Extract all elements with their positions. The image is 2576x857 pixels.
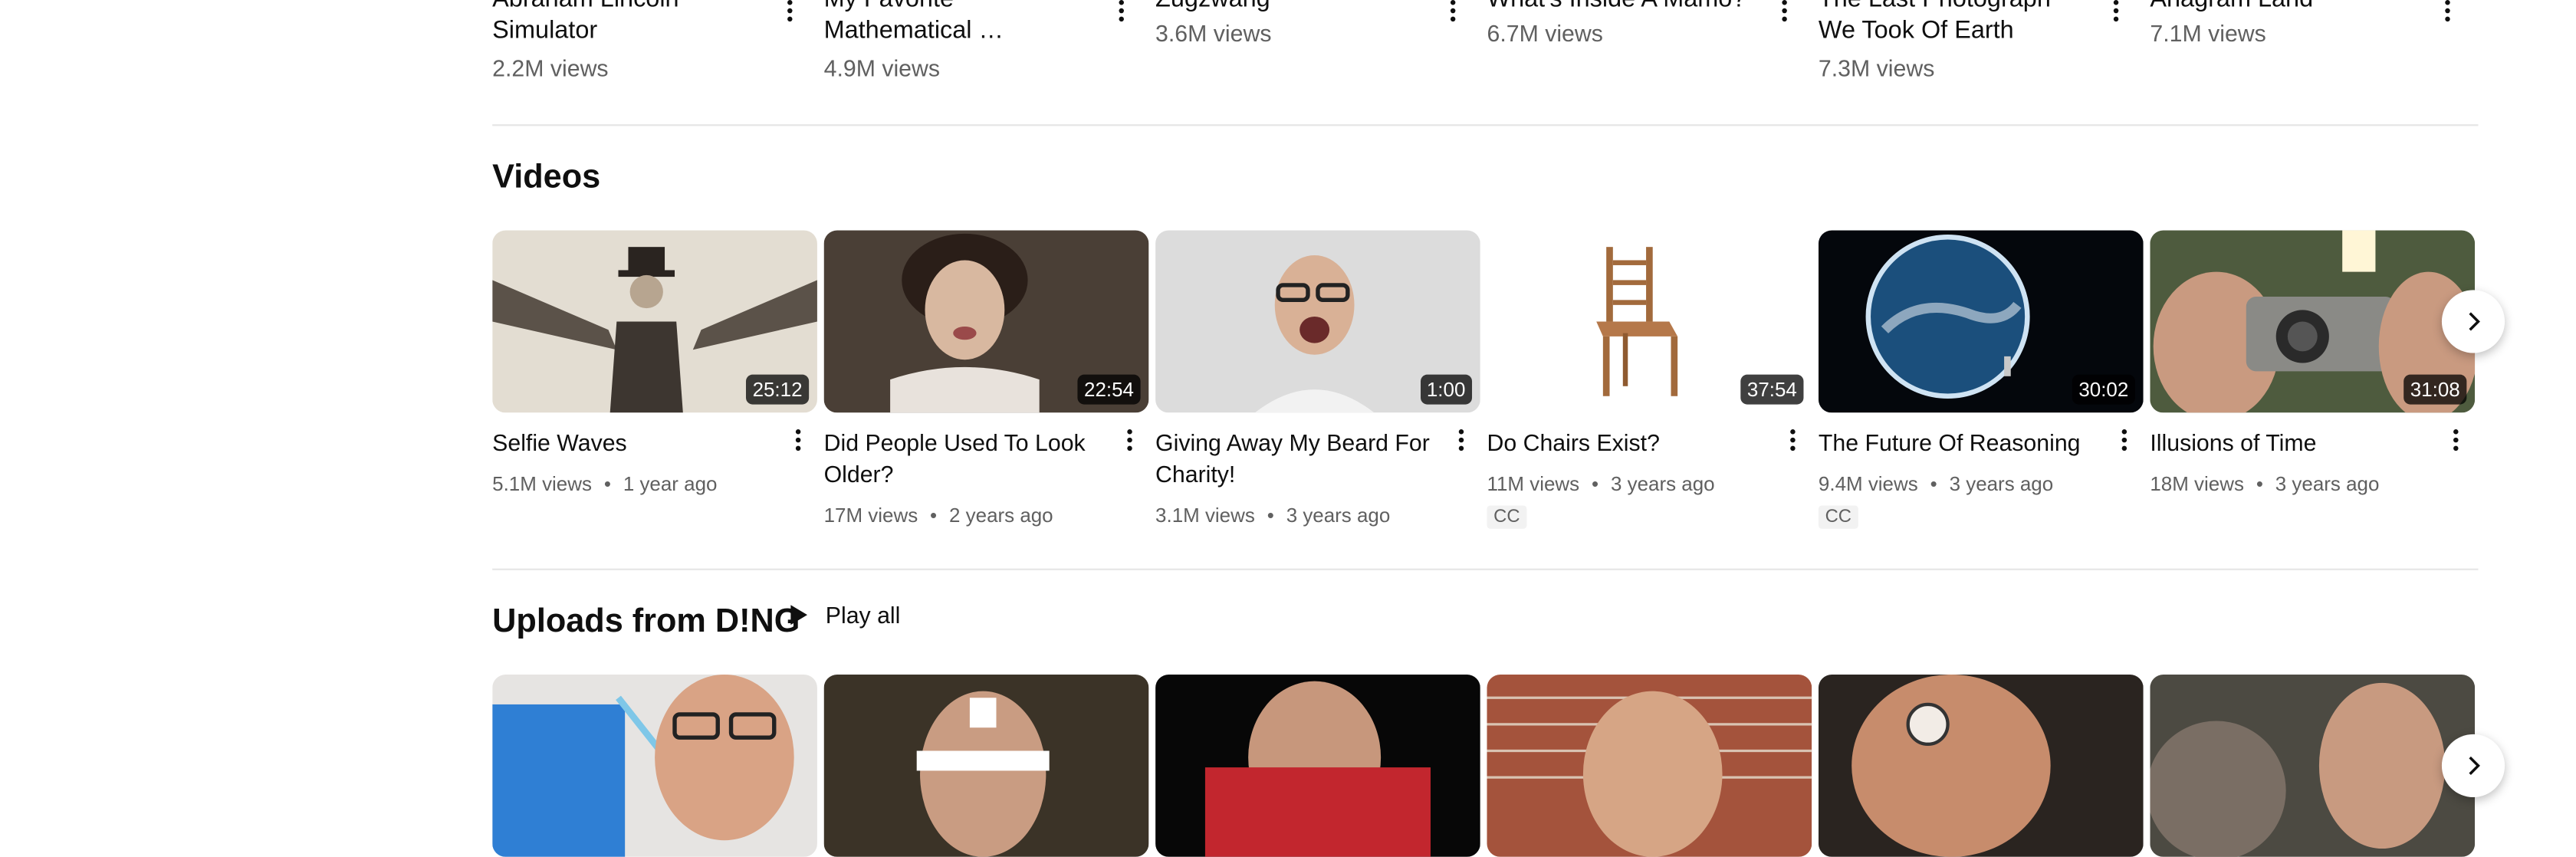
top-item-views: 6.7M views <box>1487 19 1603 47</box>
video-thumbnail[interactable] <box>1155 675 1480 857</box>
video-meta: 18M views • 3 years ago <box>2150 472 2379 495</box>
more-options-icon[interactable] <box>2442 422 2469 455</box>
video-duration: 31:08 <box>2404 374 2467 405</box>
video-meta: 5.1M views • 1 year ago <box>492 472 717 495</box>
chevron-right-icon <box>2469 756 2480 775</box>
carousel-next-button[interactable] <box>2441 290 2505 353</box>
cc-badge: CC <box>1818 505 1858 529</box>
more-options-icon[interactable] <box>2110 422 2137 455</box>
top-item-views: 7.1M views <box>2150 19 2266 47</box>
video-thumbnail[interactable] <box>492 675 817 857</box>
meta-separator: • <box>1592 472 1599 496</box>
video-thumbnail-image <box>823 675 1149 857</box>
play-all-label: Play all <box>825 601 901 629</box>
video-duration: 37:54 <box>1740 374 1804 405</box>
video-thumbnail-image <box>1487 675 1812 857</box>
video-views: 11M views <box>1487 472 1580 496</box>
video-title[interactable]: Illusions of Time <box>2150 428 2432 459</box>
video-thumbnail-image <box>2150 675 2476 857</box>
carousel-next-button[interactable] <box>2441 734 2505 798</box>
top-item-title-line: We Took Of Earth <box>1818 16 2014 45</box>
video-age: 3 years ago <box>1286 504 1391 527</box>
more-options-icon[interactable] <box>2433 0 2460 27</box>
video-thumbnail[interactable]: 30:02 <box>1818 230 2144 413</box>
top-item-title[interactable]: What's Inside A Mamo? <box>1487 0 1759 15</box>
video-thumbnail-image <box>492 675 817 857</box>
top-item-views: 4.9M views <box>823 54 941 81</box>
top-item-views: 2.2M views <box>492 54 609 81</box>
more-options-icon[interactable] <box>784 422 811 455</box>
top-item-title-line: Mathematical … <box>823 16 1004 45</box>
more-options-icon[interactable] <box>1107 0 1134 27</box>
video-duration: 30:02 <box>2072 374 2135 405</box>
video-thumbnail-image <box>1155 675 1480 857</box>
video-title[interactable]: Do Chairs Exist? <box>1487 428 1769 459</box>
video-age: 3 years ago <box>1949 472 2054 496</box>
more-options-icon[interactable] <box>1779 422 1806 455</box>
video-age: 3 years ago <box>2275 472 2380 496</box>
top-item-title-line: My Favorite <box>824 0 1096 15</box>
video-title[interactable]: Selfie Waves <box>492 428 774 459</box>
video-meta: 3.1M views • 3 years ago <box>1155 504 1390 527</box>
video-duration: 1:00 <box>1420 374 1473 405</box>
top-item-views: 7.3M views <box>1818 54 1935 81</box>
play-all-button[interactable]: Play all <box>783 600 901 630</box>
video-thumbnail[interactable] <box>823 675 1149 857</box>
videos-heading[interactable]: Videos <box>492 159 600 198</box>
top-item-title[interactable]: My Favorite Mathematical … <box>824 0 1096 47</box>
video-thumbnail[interactable] <box>2150 675 2476 857</box>
more-options-icon[interactable] <box>1770 0 1797 27</box>
video-views: 3.1M views <box>1155 504 1255 527</box>
video-views: 5.1M views <box>492 472 592 496</box>
top-item-title[interactable]: Zugzwang <box>1155 0 1428 15</box>
video-thumbnail[interactable] <box>1487 675 1812 857</box>
more-options-icon[interactable] <box>1447 422 1474 455</box>
video-meta: 17M views • 2 years ago <box>824 504 1053 527</box>
more-options-icon[interactable] <box>1116 422 1142 455</box>
video-duration: 25:12 <box>745 374 810 405</box>
more-options-icon[interactable] <box>776 0 803 27</box>
video-meta: 9.4M views • 3 years ago <box>1819 472 2053 495</box>
top-item-title[interactable]: Abraham Lincoln Simulator <box>492 0 764 47</box>
meta-separator: • <box>1267 504 1274 527</box>
meta-separator: • <box>930 504 938 527</box>
video-age: 3 years ago <box>1610 472 1715 496</box>
play-icon <box>790 605 807 626</box>
video-thumbnail[interactable]: 31:08 <box>2150 230 2476 413</box>
video-views: 18M views <box>2150 472 2244 496</box>
cc-badge: CC <box>1487 505 1527 529</box>
video-thumbnail[interactable] <box>1818 675 2144 857</box>
meta-separator: • <box>603 472 611 496</box>
video-title[interactable]: Giving Away My Beard For Charity! <box>1155 428 1438 491</box>
section-divider <box>492 124 2479 126</box>
video-title[interactable]: Did People Used To Look Older? <box>824 428 1106 491</box>
top-item-title-line: Abraham Lincoln <box>492 0 764 15</box>
top-item-title-line: Simulator <box>492 16 598 45</box>
video-age: 2 years ago <box>949 504 1053 527</box>
video-views: 17M views <box>823 504 918 527</box>
video-thumbnail-image <box>1818 675 2144 857</box>
more-options-icon[interactable] <box>1439 0 1466 27</box>
video-views: 9.4M views <box>1818 472 1918 496</box>
video-title[interactable]: The Future Of Reasoning <box>1819 428 2101 459</box>
video-thumbnail[interactable]: 37:54 <box>1487 230 1812 413</box>
chevron-right-icon <box>2469 312 2480 331</box>
uploads-heading[interactable]: Uploads from D!NG <box>492 603 800 642</box>
video-duration: 22:54 <box>1077 374 1141 405</box>
meta-separator: • <box>2256 472 2263 496</box>
top-item-title-line: The Last Photograph <box>1819 0 2091 15</box>
top-item-views: 3.6M views <box>1155 19 1272 47</box>
top-item-title[interactable]: The Last Photograph We Took Of Earth <box>1819 0 2091 47</box>
video-thumbnail[interactable]: 22:54 <box>823 230 1149 413</box>
video-age: 1 year ago <box>623 472 718 496</box>
video-meta: 11M views • 3 years ago <box>1487 472 1714 495</box>
video-thumbnail[interactable]: 25:12 <box>492 230 817 413</box>
top-item-title[interactable]: Anagram Land <box>2150 0 2422 15</box>
video-thumbnail[interactable]: 1:00 <box>1155 230 1480 413</box>
more-options-icon[interactable] <box>2102 0 2129 27</box>
meta-separator: • <box>1930 472 1937 496</box>
section-divider <box>492 568 2479 570</box>
